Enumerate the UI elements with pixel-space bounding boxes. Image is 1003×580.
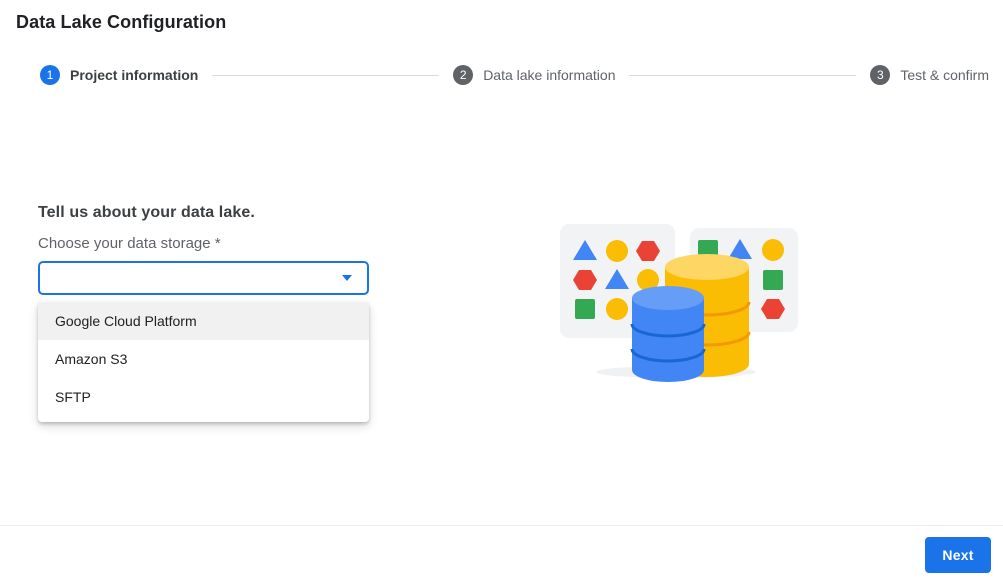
yellow-circle-icon — [606, 298, 628, 320]
step-2-label: Data lake information — [483, 67, 615, 83]
chevron-down-icon — [342, 275, 352, 281]
green-square-icon — [575, 299, 595, 319]
footer-divider — [0, 525, 1003, 526]
option-amazon-s3[interactable]: Amazon S3 — [38, 340, 369, 378]
section-heading: Tell us about your data lake. — [38, 204, 369, 222]
option-google-cloud-platform[interactable]: Google Cloud Platform — [38, 302, 369, 340]
step-3-number-badge: 3 — [870, 65, 890, 85]
step-project-information[interactable]: 1 Project information — [40, 65, 198, 85]
step-data-lake-information[interactable]: 2 Data lake information — [453, 65, 615, 85]
step-1-number-badge: 1 — [40, 65, 60, 85]
database-cylinder-blue — [632, 286, 704, 382]
step-test-confirm[interactable]: 3 Test & confirm — [870, 65, 989, 85]
step-connector-line — [212, 75, 439, 76]
green-square-icon — [763, 270, 783, 290]
page-title: Data Lake Configuration — [16, 12, 226, 33]
wizard-stepper: 1 Project information 2 Data lake inform… — [40, 64, 989, 86]
next-button[interactable]: Next — [925, 537, 991, 573]
data-storage-select[interactable] — [38, 261, 369, 295]
option-sftp[interactable]: SFTP — [38, 378, 369, 416]
data-storage-field-label: Choose your data storage * — [38, 235, 369, 252]
data-storage-dropdown-menu: Google Cloud Platform Amazon S3 SFTP — [38, 302, 369, 422]
step-2-number-badge: 2 — [453, 65, 473, 85]
data-lake-form: Tell us about your data lake. Choose you… — [38, 204, 369, 422]
cylinder-yellow-top — [665, 254, 749, 280]
data-lake-illustration — [558, 222, 798, 382]
cylinder-blue-top — [632, 286, 704, 310]
cylinder-blue-body — [632, 298, 704, 382]
data-lake-configuration-page: Data Lake Configuration 1 Project inform… — [0, 0, 1003, 580]
step-3-label: Test & confirm — [900, 67, 989, 83]
step-connector-line — [629, 75, 856, 76]
yellow-circle-icon — [762, 239, 784, 261]
yellow-circle-icon — [606, 240, 628, 262]
step-1-label: Project information — [70, 67, 198, 83]
